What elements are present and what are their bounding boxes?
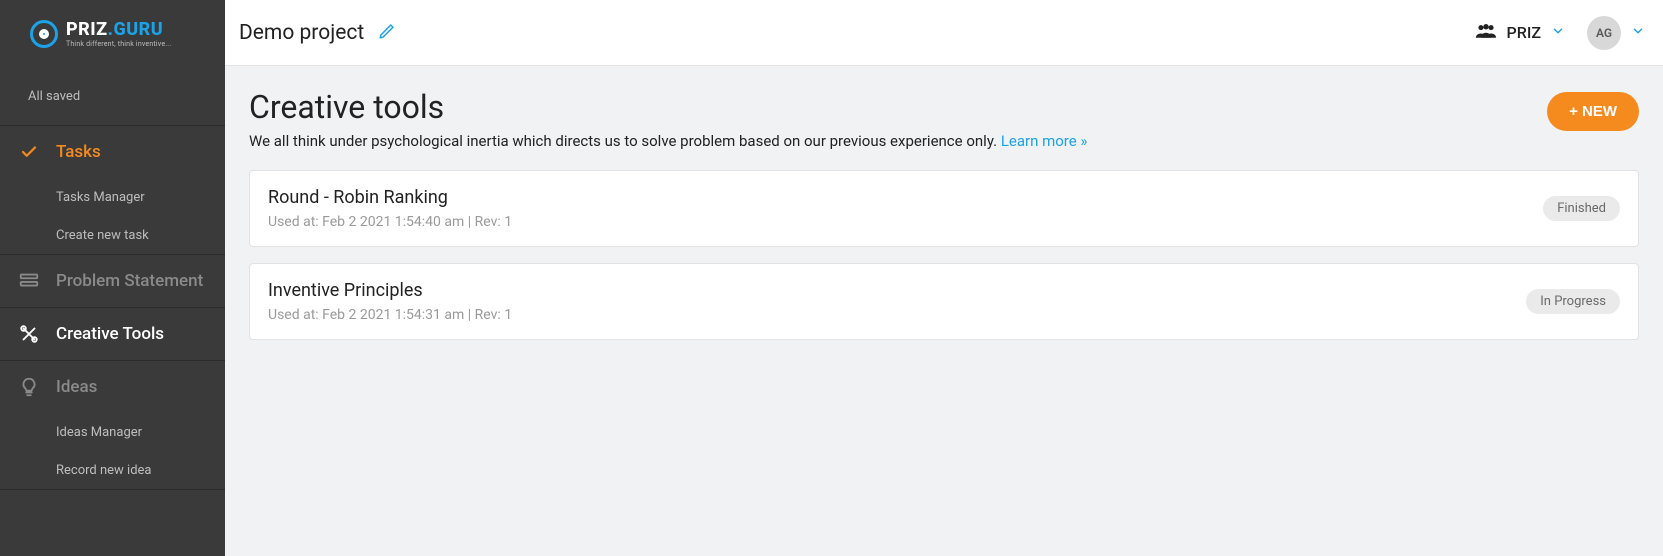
tool-meta: Used at: Feb 2 2021 1:54:31 am | Rev: 1 [268, 307, 512, 323]
sidebar-subitem-create-task[interactable]: Create new task [0, 216, 225, 254]
status-badge: Finished [1543, 196, 1620, 221]
logo-tagline: Think different, think inventive... [66, 41, 171, 48]
learn-more-link[interactable]: Learn more » [1001, 132, 1088, 150]
sidebar-subitem-tasks-manager[interactable]: Tasks Manager [0, 178, 225, 216]
lightbulb-icon [18, 376, 40, 398]
sidebar-item-ideas[interactable]: Ideas [0, 361, 225, 413]
sidebar-item-creative-tools[interactable]: Creative Tools [0, 308, 225, 360]
subtitle-text: We all think under psychological inertia… [249, 132, 1001, 150]
tool-card[interactable]: Round - Robin Ranking Used at: Feb 2 202… [249, 170, 1639, 247]
tool-card[interactable]: Inventive Principles Used at: Feb 2 2021… [249, 263, 1639, 340]
user-menu[interactable]: AG [1587, 16, 1645, 50]
target-icon [30, 20, 58, 48]
users-icon [1475, 22, 1497, 44]
tool-title: Inventive Principles [268, 280, 512, 301]
pencil-icon [378, 22, 396, 40]
tool-meta: Used at: Feb 2 2021 1:54:40 am | Rev: 1 [268, 214, 512, 230]
main-area: Demo project PRIZ AG [225, 0, 1663, 556]
sidebar-subitem-ideas-manager[interactable]: Ideas Manager [0, 413, 225, 451]
save-status: All saved [0, 68, 225, 126]
content: Creative tools We all think under psycho… [225, 66, 1663, 362]
team-switcher[interactable]: PRIZ [1475, 22, 1565, 44]
sidebar-section-tasks: Tasks Tasks Manager Create new task [0, 126, 225, 255]
chevron-down-icon [1631, 23, 1645, 42]
tools-icon [18, 323, 40, 345]
chevron-down-icon [1551, 23, 1565, 42]
topbar: Demo project PRIZ AG [225, 0, 1663, 66]
edit-project-button[interactable] [378, 22, 396, 44]
sidebar: PRIZ.GURU Think different, think inventi… [0, 0, 225, 556]
sidebar-label-tasks: Tasks [56, 142, 101, 162]
sidebar-label-ideas: Ideas [56, 377, 97, 397]
status-badge: In Progress [1526, 289, 1620, 314]
logo-text-left: PRIZ [66, 19, 108, 40]
team-name: PRIZ [1507, 23, 1541, 42]
sidebar-label-tools: Creative Tools [56, 324, 164, 344]
new-tool-button[interactable]: + NEW [1547, 92, 1639, 131]
page-subtitle: We all think under psychological inertia… [249, 132, 1087, 150]
sidebar-item-tasks[interactable]: Tasks [0, 126, 225, 178]
project-title: Demo project [239, 21, 364, 45]
tool-list: Round - Robin Ranking Used at: Feb 2 202… [249, 170, 1639, 340]
sidebar-subitem-record-idea[interactable]: Record new idea [0, 451, 225, 489]
avatar: AG [1587, 16, 1621, 50]
sidebar-item-problem-statement[interactable]: Problem Statement [0, 255, 225, 307]
sidebar-label-problem: Problem Statement [56, 271, 203, 291]
list-icon [18, 270, 40, 292]
check-icon [18, 143, 40, 161]
tool-title: Round - Robin Ranking [268, 187, 512, 208]
logo-text-right: .GURU [108, 19, 164, 40]
sidebar-section-tools: Creative Tools [0, 308, 225, 361]
sidebar-section-ideas: Ideas Ideas Manager Record new idea [0, 361, 225, 490]
brand-logo[interactable]: PRIZ.GURU Think different, think inventi… [0, 0, 225, 68]
page-title: Creative tools [249, 88, 1087, 126]
sidebar-section-problem: Problem Statement [0, 255, 225, 308]
